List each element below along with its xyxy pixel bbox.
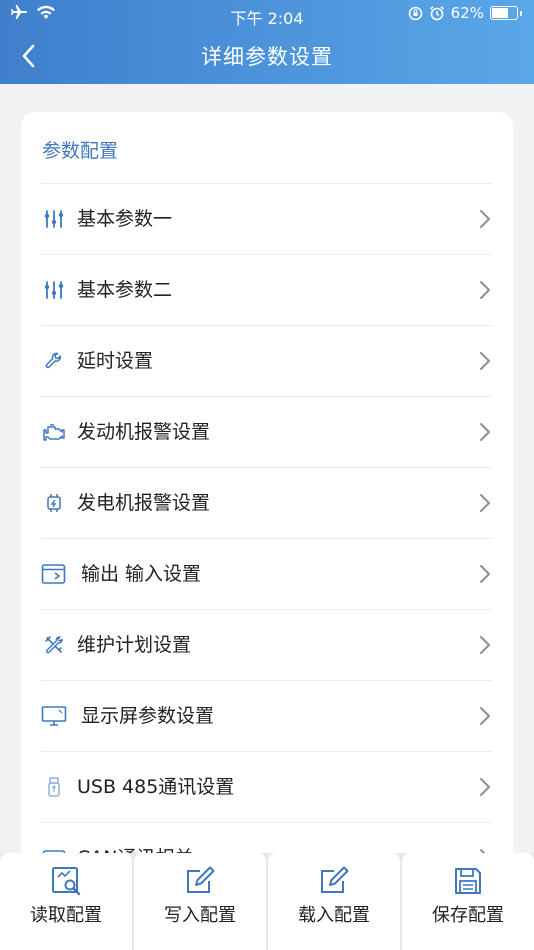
io-window-icon [41, 561, 67, 587]
save-config-button[interactable]: 保存配置 [402, 853, 534, 950]
monitor-icon [41, 703, 67, 729]
load-config-label: 载入配置 [298, 905, 370, 926]
save-config-label: 保存配置 [432, 905, 504, 926]
edit-icon [187, 866, 215, 893]
floppy-disk-icon [455, 868, 481, 894]
wrench-icon [41, 348, 67, 374]
chevron-right-icon [480, 494, 490, 512]
read-config-label: 读取配置 [30, 905, 102, 926]
list-item-label: 发电机报警设置 [77, 492, 211, 514]
list-item-basic-params-1[interactable]: 基本参数一 [41, 183, 492, 254]
list-item-display-params[interactable]: 显示屏参数设置 [41, 680, 492, 751]
chevron-right-icon [480, 423, 490, 441]
chevron-right-icon [480, 352, 490, 370]
list-item-label: 输出 输入设置 [81, 563, 202, 585]
list-item-label: 基本参数二 [77, 279, 173, 301]
usb-icon [41, 774, 67, 800]
list-item-label: USB 485通讯设置 [77, 776, 235, 798]
status-bar: 下午 2:04 62% [0, 0, 534, 28]
list-item-label: 显示屏参数设置 [81, 705, 215, 727]
rotation-lock-icon [408, 6, 422, 20]
engine-icon [41, 419, 67, 445]
sliders-icon [41, 277, 67, 303]
list-item-io-settings[interactable]: 输出 输入设置 [41, 538, 492, 609]
nav-bar: 详细参数设置 [0, 28, 534, 84]
write-config-button[interactable]: 写入配置 [134, 853, 266, 950]
chevron-right-icon [480, 281, 490, 299]
battery-icon [490, 6, 518, 20]
list-item-label: 延时设置 [77, 350, 154, 372]
generator-icon [41, 490, 67, 516]
section-title: 参数配置 [42, 140, 119, 162]
chevron-right-icon [480, 565, 490, 583]
list-item-delay-settings[interactable]: 延时设置 [41, 325, 492, 396]
edit-icon [321, 866, 349, 893]
battery-tip [520, 10, 522, 16]
chevron-right-icon [480, 210, 490, 228]
chevron-right-icon [480, 778, 490, 796]
list-item-maintenance-plan[interactable]: 维护计划设置 [41, 609, 492, 680]
read-document-icon [52, 867, 81, 896]
sliders-icon [41, 206, 67, 232]
load-config-button[interactable]: 载入配置 [268, 853, 400, 950]
list-item-label: 发动机报警设置 [77, 421, 211, 443]
page-title: 详细参数设置 [201, 45, 333, 69]
list-item-label: 维护计划设置 [77, 634, 192, 656]
list-item-usb-485[interactable]: USB 485通讯设置 [41, 751, 492, 822]
header: 下午 2:04 62% 详细参数设置 [0, 0, 534, 84]
settings-card: 参数配置 基本参数一 基本参数二 延时设置 发动机报警设置 发电机报警设置 输出… [21, 112, 513, 892]
settings-list: 基本参数一 基本参数二 延时设置 发动机报警设置 发电机报警设置 输出 输入设置… [41, 183, 492, 893]
read-config-button[interactable]: 读取配置 [0, 853, 132, 950]
battery-percent: 62% [450, 4, 484, 22]
list-item-basic-params-2[interactable]: 基本参数二 [41, 254, 492, 325]
list-item-engine-alarm[interactable]: 发动机报警设置 [41, 396, 492, 467]
write-config-label: 写入配置 [164, 905, 236, 926]
bottom-toolbar: 读取配置 写入配置 载入配置 保存配置 [0, 853, 534, 950]
chevron-right-icon [480, 707, 490, 725]
status-right: 62% [408, 4, 522, 22]
list-item-label: 基本参数一 [77, 208, 173, 230]
tools-icon [41, 632, 67, 658]
list-item-generator-alarm[interactable]: 发电机报警设置 [41, 467, 492, 538]
chevron-right-icon [480, 636, 490, 654]
alarm-icon [429, 6, 444, 21]
